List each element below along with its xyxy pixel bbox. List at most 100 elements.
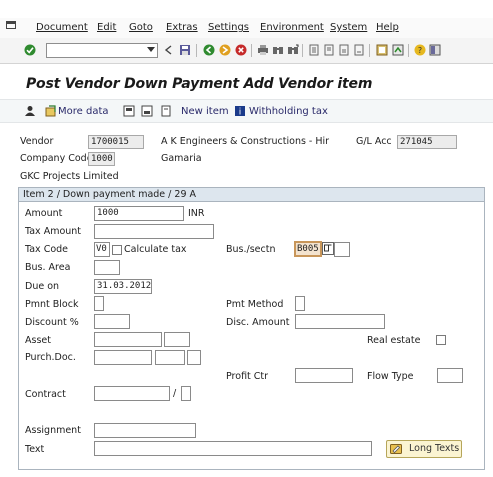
disc-amount-field[interactable] [295,314,385,329]
asset-subnumber-field[interactable] [164,332,190,347]
asset-label: Asset [25,335,51,346]
item-header-text: Item 2 / Down payment made / 29 A [23,189,197,200]
previous-page-icon[interactable] [323,44,335,56]
command-field[interactable] [46,43,158,58]
vendor-field[interactable]: 1700015 [88,135,144,149]
find-icon[interactable] [272,44,284,56]
long-texts-label: Long Texts [409,443,460,454]
menu-goto[interactable]: Goto [129,22,153,33]
last-page-icon[interactable] [353,44,365,56]
toolbar-separator [251,44,252,57]
gl-acc-label: G/L Acc [356,136,392,147]
toolbar-separator [408,44,409,57]
gl-acc-field[interactable]: 271045 [397,135,457,149]
svg-text:?: ? [418,46,422,55]
asset-field[interactable] [94,332,162,347]
menu-bar: Document Edit Goto Extras Settings Envir… [0,18,493,38]
next-page-icon[interactable] [338,44,350,56]
purch-doc-item-field[interactable] [155,350,185,365]
contract-type-field[interactable] [181,386,191,401]
real-estate-checkbox[interactable] [436,335,446,345]
back-icon[interactable] [203,44,215,56]
page-title: Post Vendor Down Payment Add Vendor item [26,76,373,92]
menu-extras[interactable]: Extras [166,22,198,33]
chevron-down-icon[interactable] [147,47,155,52]
bus-area-label: Bus. Area [25,262,71,273]
previous-item-icon[interactable] [123,105,135,117]
bus-sectn-label: Bus./sectn [226,244,276,255]
menu-environment[interactable]: Environment [260,22,324,33]
svg-text:i: i [239,108,242,118]
next-item-icon[interactable] [141,105,153,117]
withholding-tax-button[interactable]: Withholding tax [249,106,328,117]
discount-label: Discount % [25,317,79,328]
withholding-tax-icon[interactable]: i [234,105,246,117]
bus-sectn-extra-field[interactable] [334,242,350,257]
currency-label: INR [188,208,205,219]
calculate-tax-label: Calculate tax [124,244,187,255]
pmnt-block-field[interactable] [94,296,104,311]
real-estate-label: Real estate [367,335,421,346]
menu-help[interactable]: Help [376,22,399,33]
pencil-icon [390,444,402,454]
print-icon[interactable] [257,44,269,56]
person-icon[interactable] [24,105,36,117]
menu-edit[interactable]: Edit [97,22,116,33]
save-icon[interactable] [179,44,191,56]
bus-sectn-field[interactable]: B005 [294,241,322,257]
tax-amount-label: Tax Amount [25,226,82,237]
assignment-label: Assignment [25,425,81,436]
search-help-icon[interactable] [322,242,334,255]
company-name: Gamaria [161,153,202,164]
amount-label: Amount [25,208,63,219]
calculate-tax-checkbox[interactable] [112,245,122,255]
new-item-button[interactable]: New item [181,106,229,117]
flow-type-field[interactable] [437,368,463,383]
pmt-method-label: Pmt Method [226,299,284,310]
find-next-icon[interactable] [287,44,299,56]
title-bar: Post Vendor Down Payment Add Vendor item [0,70,493,98]
toolbar-separator [369,44,370,57]
assignment-field[interactable] [94,423,196,438]
layout-icon[interactable] [429,44,441,56]
contract-field[interactable] [94,386,170,401]
arrow-left-icon[interactable] [163,44,175,56]
enter-icon[interactable] [24,44,36,56]
exit-icon[interactable] [219,44,231,56]
flow-type-label: Flow Type [367,371,414,382]
contract-separator: / [173,388,177,399]
toolbar-separator [302,44,303,57]
disc-amount-label: Disc. Amount [226,317,290,328]
help-icon[interactable]: ? [414,44,426,56]
purch-doc-field[interactable] [94,350,152,365]
first-page-icon[interactable] [308,44,320,56]
amount-field[interactable]: 1000 [94,206,184,221]
profit-ctr-field[interactable] [295,368,353,383]
sap-menu-icon[interactable] [6,21,16,29]
menu-settings[interactable]: Settings [208,22,249,33]
shortcut-icon[interactable] [392,44,404,56]
more-data-icon[interactable] [45,105,57,117]
create-session-icon[interactable] [376,44,388,56]
menu-system[interactable]: System [330,22,367,33]
long-texts-button[interactable]: Long Texts [386,440,462,458]
new-item-icon[interactable] [160,105,172,117]
purch-doc-extra-field[interactable] [187,350,201,365]
toolbar-separator [196,44,197,57]
discount-field[interactable] [94,314,130,329]
tax-code-field[interactable]: V0 [94,242,110,257]
bus-area-field[interactable] [94,260,120,275]
text-field[interactable] [94,441,372,456]
cancel-icon[interactable] [235,44,247,56]
due-on-label: Due on [25,281,60,292]
pmt-method-field[interactable] [295,296,305,311]
due-on-field[interactable]: 31.03.2012 [94,279,152,294]
profit-ctr-label: Profit Ctr [226,371,269,382]
company-code-field[interactable]: 1000 [88,152,115,166]
tax-amount-field[interactable] [94,224,214,239]
menu-document[interactable]: Document [36,22,88,33]
more-data-button[interactable]: More data [58,106,109,117]
item-group-header: Item 2 / Down payment made / 29 A [18,187,485,202]
company-code-label: Company Code [20,153,93,164]
purch-doc-label: Purch.Doc. [25,352,76,363]
